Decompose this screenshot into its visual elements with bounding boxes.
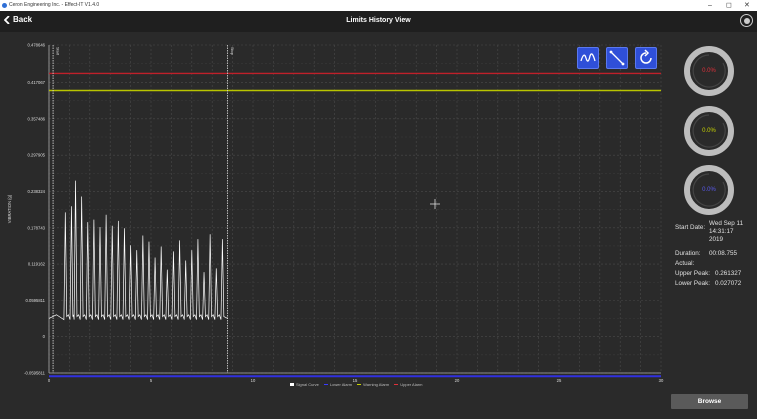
diagonal-line-icon (609, 50, 625, 66)
start-date-line: 2019 (709, 236, 724, 243)
duration-value: 00:08.755 (709, 250, 738, 257)
maximize-button[interactable]: ◻ (726, 0, 732, 11)
session-info-panel: Start Date: Wed Sep 11 14:31:17 2019 Dur… (675, 220, 743, 287)
browse-button[interactable]: Browse (671, 394, 748, 409)
window-title: Ceron Engineering Inc. - Effect-IT V1.4.… (9, 2, 100, 8)
refresh-button[interactable] (635, 47, 657, 69)
gauge-value: 0.0% (702, 187, 716, 193)
legend-label: Warning Alarm (363, 382, 390, 387)
actual-label: Actual: (675, 260, 695, 267)
app-header: Back Limits History View (0, 11, 757, 32)
start-date-line: Wed Sep 11 (709, 220, 744, 227)
x-tick-label: 25 (557, 378, 562, 383)
y-tick-label: 0.478646 (28, 43, 46, 48)
window-titlebar: Ceron Engineering Inc. - Effect-IT V1.4.… (0, 0, 757, 11)
warning-alarm-gauge: 0.0% (682, 104, 736, 158)
line-tool-button[interactable] (606, 47, 628, 69)
legend-item: Signal Curve (290, 382, 319, 387)
x-tick-label: 10 (251, 378, 256, 383)
y-axis-label: VIBRATION (g) (7, 194, 12, 223)
vibration-chart[interactable]: 0.478646 0.417067 0.357486 0.297905 0.238324… (0, 34, 670, 384)
legend-label: Upper Alarm (400, 382, 423, 387)
wave-tool-button[interactable] (577, 47, 599, 69)
lower-peak-value: 0.027072 (715, 280, 742, 287)
start-date-label: Start Date: (675, 224, 706, 231)
upper-alarm-gauge: 0.0% (682, 44, 736, 98)
refresh-icon (640, 49, 652, 64)
y-tick-label: 0.297905 (28, 153, 46, 158)
gauge-value: 0.0% (702, 68, 716, 74)
app-icon (2, 3, 7, 8)
wave-icon (580, 53, 596, 62)
start-date-value: Wed Sep 11 14:31:17 2019 (709, 220, 743, 244)
y-tick-label: 0 (43, 334, 46, 339)
y-tick-label: 0.178743 (28, 225, 46, 230)
legend-item: Warning Alarm (357, 382, 389, 387)
gauge-value: 0.0% (702, 128, 716, 134)
legend-label: Signal Curve (296, 382, 319, 387)
duration-label: Duration: (675, 250, 701, 257)
y-tick-label: -0.0595811 (24, 371, 46, 376)
lower-peak-label: Lower Peak: (675, 280, 711, 287)
upper-peak-value: 0.261327 (715, 270, 742, 277)
legend-item: Lower Alarm (323, 382, 353, 387)
lower-alarm-gauge: 0.0% (682, 163, 736, 217)
marker-label: Stop (230, 47, 234, 55)
y-tick-label: 0.417067 (28, 80, 46, 85)
close-button[interactable]: ✕ (744, 0, 750, 11)
legend-label: Lower Alarm (329, 382, 353, 387)
upper-peak-label: Upper Peak: (675, 270, 711, 277)
x-tick-label: 0 (48, 378, 51, 383)
x-tick-label: 30 (659, 378, 664, 383)
y-tick-label: 0.357486 (28, 116, 46, 121)
chart-legend: Signal Curve Lower Alarm Warning Alarm U… (290, 382, 422, 387)
y-tick-label: 0.238324 (28, 189, 46, 194)
y-tick-label: 0.0595811 (26, 298, 46, 303)
start-date-line: 14:31:17 (709, 228, 734, 235)
legend-item: Upper Alarm (394, 382, 422, 387)
minimize-button[interactable]: – (708, 0, 712, 11)
settings-gear-icon[interactable] (740, 14, 753, 27)
page-title: Limits History View (346, 17, 411, 24)
marker-label: Start (56, 47, 60, 56)
x-tick-label: 5 (150, 378, 153, 383)
y-tick-label: 0.119162 (28, 262, 46, 267)
x-tick-label: 20 (455, 378, 460, 383)
